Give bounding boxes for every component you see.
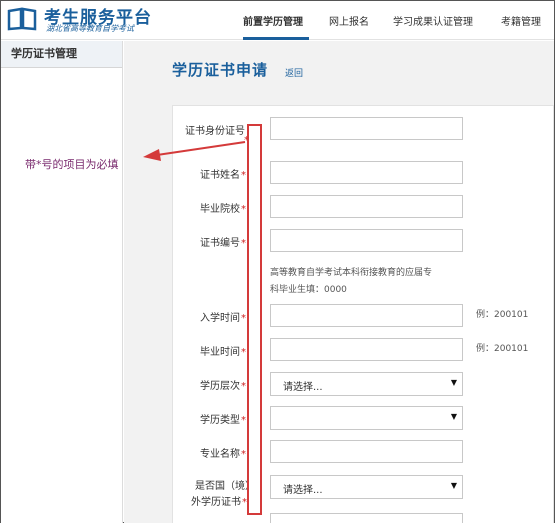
- top-header: 考生服务平台 湖北省高等教育自学考试 前置学历管理 网上报名 学习成果认证管理 …: [1, 1, 554, 40]
- book-logo-icon: [7, 7, 37, 31]
- next-field-input[interactable]: [270, 513, 463, 523]
- foreign-cert-select[interactable]: 请选择... ▼: [270, 475, 463, 499]
- label-grad-time: 毕业时间*: [200, 347, 246, 358]
- cert-no-hint: 高等教育自学考试本科衔接教育的应届专 科毕业生填：0000: [270, 268, 433, 295]
- label-enroll-time: 入学时间*: [200, 313, 246, 324]
- grad-time-example: 例：200101: [476, 344, 529, 354]
- required-marks-highlight-box: [247, 124, 262, 515]
- label-level: 学历层次*: [200, 381, 246, 392]
- label-cert-no: 证书编号*: [200, 238, 246, 249]
- type-select[interactable]: ▼: [270, 406, 463, 430]
- label-foreign-line1: 是否国（境）: [195, 481, 255, 492]
- app-subtitle: 湖北省高等教育自学考试: [46, 24, 134, 33]
- sidebar-item-certificate-management[interactable]: 学历证书管理: [1, 41, 122, 68]
- dropdown-arrow-icon: ▼: [450, 481, 457, 490]
- label-id-card: 证书身份证号: [185, 126, 245, 137]
- label-major: 专业名称*: [200, 449, 246, 460]
- enroll-time-example: 例：200101: [476, 310, 529, 320]
- cert-no-input[interactable]: [270, 229, 463, 252]
- dropdown-arrow-icon: ▼: [450, 378, 457, 387]
- major-input[interactable]: [270, 440, 463, 463]
- nav-achievement-certification[interactable]: 学习成果认证管理: [393, 13, 473, 28]
- label-name: 证书姓名*: [200, 170, 246, 181]
- grad-time-input[interactable]: [270, 338, 463, 361]
- enroll-time-input[interactable]: [270, 304, 463, 327]
- active-nav-indicator: [243, 37, 309, 40]
- back-link[interactable]: 返回: [285, 66, 303, 79]
- dropdown-arrow-icon: ▼: [450, 412, 457, 421]
- label-school: 毕业院校*: [200, 204, 246, 215]
- label-type: 学历类型*: [200, 415, 246, 426]
- nav-online-registration[interactable]: 网上报名: [329, 13, 369, 28]
- school-input[interactable]: [270, 195, 463, 218]
- label-foreign-line2: 外学历证书*: [191, 497, 247, 508]
- page-title: 学历证书申请: [172, 61, 269, 79]
- nav-prior-education[interactable]: 前置学历管理: [243, 13, 303, 28]
- name-input[interactable]: [270, 161, 463, 184]
- sidebar: 学历证书管理: [1, 41, 123, 523]
- required-fields-note: 带*号的项目为必填: [25, 158, 119, 171]
- id-card-input[interactable]: [270, 117, 463, 140]
- level-select[interactable]: 请选择... ▼: [270, 372, 463, 396]
- nav-records-management[interactable]: 考籍管理: [501, 13, 541, 28]
